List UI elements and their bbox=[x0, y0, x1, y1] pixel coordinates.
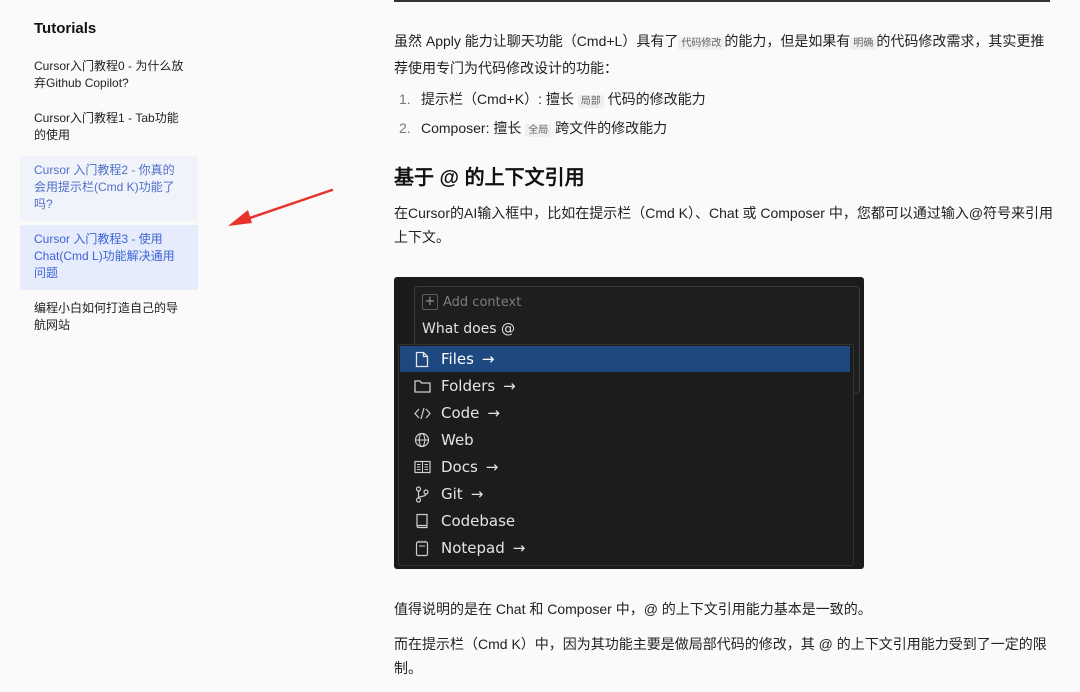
menu-item-git: Git → bbox=[400, 481, 850, 507]
context-menu: Files → Folders → Code → Web Docs → Git … bbox=[398, 344, 854, 566]
menu-item-codebase: Codebase bbox=[400, 508, 850, 534]
menu-item-label: Folders bbox=[441, 377, 496, 395]
menu-item-files: Files → bbox=[400, 346, 850, 372]
paragraph-prompt-bar-limit: 而在提示栏（Cmd K）中，因为其功能主要是做局部代码的修改，其 @ 的上下文引… bbox=[394, 636, 1047, 676]
book-icon bbox=[413, 458, 431, 476]
sidebar-title: Tutorials bbox=[34, 20, 97, 37]
menu-item-label: Files bbox=[441, 350, 474, 368]
sidebar-item-tutorial-3[interactable]: Cursor 入门教程3 - 使用 Chat(Cmd L)功能解决通用问题 bbox=[20, 225, 198, 290]
sidebar-item-tutorial-0[interactable]: Cursor入门教程0 - 为什么放弃Github Copilot? bbox=[20, 52, 198, 100]
menu-item-label: Docs bbox=[441, 458, 478, 476]
arrow-right-icon: → bbox=[485, 458, 499, 476]
arrow-right-icon: → bbox=[470, 485, 484, 503]
paragraph-apply-intro: 虽然 Apply 能力让聊天功能（Cmd+L）具有了 代码修改 的能力，但是如果有明… bbox=[394, 29, 1052, 80]
text: 代码的修改能力 bbox=[607, 91, 706, 107]
sidebar-item-tutorial-2[interactable]: Cursor 入门教程2 - 你真的会用提示栏(Cmd K)功能了吗? bbox=[20, 156, 198, 221]
add-context-button: + Add context bbox=[422, 294, 521, 310]
context-menu-screenshot: + Add context What does @ Files → Folder… bbox=[394, 277, 864, 569]
list-item: 1. 提示栏（Cmd+K）: 擅长 局部 代码的修改能力 bbox=[394, 86, 706, 115]
text: 提示栏（Cmd+K）: 擅长 bbox=[421, 91, 574, 107]
section-heading: 基于 @ 的上下文引用 bbox=[394, 167, 585, 189]
plus-icon: + bbox=[422, 294, 438, 310]
file-icon bbox=[413, 350, 431, 368]
paragraph-chat-composer: 值得说明的是在 Chat 和 Composer 中，@ 的上下文引用能力基本是一… bbox=[394, 601, 872, 617]
list-number: 1. bbox=[399, 91, 411, 107]
notepad-icon bbox=[413, 539, 431, 557]
paragraph-context-reference: 在Cursor的AI输入框中，比如在提示栏（Cmd K）、Chat 或 Comp… bbox=[394, 205, 1054, 245]
text: 的能力，但是如果有 bbox=[724, 33, 851, 49]
arrow-right-icon: → bbox=[481, 350, 495, 368]
menu-item-label: Web bbox=[441, 431, 474, 449]
menu-item-code: Code → bbox=[400, 400, 850, 426]
text: 跨文件的修改能力 bbox=[555, 120, 668, 136]
menu-item-web: Web bbox=[400, 427, 850, 453]
code-icon bbox=[413, 404, 431, 422]
add-context-label: Add context bbox=[443, 294, 522, 310]
inline-code: 局部 bbox=[577, 95, 604, 108]
menu-item-label: Code bbox=[441, 404, 480, 422]
globe-icon bbox=[413, 431, 431, 449]
list-item: 2. Composer: 擅长 全局 跨文件的修改能力 bbox=[394, 115, 706, 144]
query-text: What does @ bbox=[422, 321, 516, 337]
arrow-right-icon: → bbox=[487, 404, 500, 422]
inline-code: 代码修改 bbox=[678, 37, 725, 50]
menu-item-docs: Docs → bbox=[400, 454, 850, 480]
sidebar-item-nav-site[interactable]: 编程小白如何打造自己的导航网站 bbox=[20, 294, 198, 342]
text: 虽然 Apply 能力让聊天功能（Cmd+L）具有了 bbox=[394, 33, 679, 49]
folder-icon bbox=[413, 377, 431, 395]
menu-item-label: Git bbox=[441, 485, 463, 503]
inline-code: 明确 bbox=[850, 37, 877, 50]
codebase-icon bbox=[413, 512, 431, 530]
top-divider bbox=[394, 0, 1050, 2]
sidebar: Tutorials Cursor入门教程0 - 为什么放弃Github Copi… bbox=[20, 18, 198, 346]
menu-item-folders: Folders → bbox=[400, 373, 850, 399]
text: Composer: 擅长 bbox=[421, 120, 522, 136]
inline-code: 全局 bbox=[525, 124, 552, 137]
arrow-right-icon: → bbox=[503, 377, 516, 395]
menu-item-label: Codebase bbox=[441, 512, 516, 530]
menu-item-label: Notepad bbox=[441, 539, 505, 557]
git-branch-icon bbox=[413, 485, 431, 503]
sidebar-item-tutorial-1[interactable]: Cursor入门教程1 - Tab功能的使用 bbox=[20, 104, 198, 152]
menu-item-notepad: Notepad → bbox=[400, 535, 850, 561]
feature-list: 1. 提示栏（Cmd+K）: 擅长 局部 代码的修改能力 2. Composer: … bbox=[394, 86, 706, 144]
list-number: 2. bbox=[399, 120, 411, 136]
arrow-right-icon: → bbox=[512, 539, 526, 557]
annotation-arrow-icon bbox=[228, 188, 334, 226]
